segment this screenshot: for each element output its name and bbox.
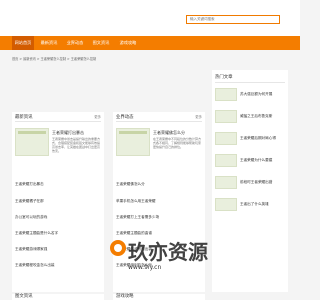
nav-item-home[interactable]: 网站首页 [12,36,34,50]
list-item[interactable]: 王者荣耀佛怎么分 [116,182,145,187]
watermark-url: www.9iy.cn [128,264,162,271]
header [0,0,300,36]
list-item[interactable]: 前段时王者荣耀出错 [240,180,272,185]
list-item[interactable]: 王者出了什么英雄 [240,202,269,207]
nav-item-picture-news[interactable]: 图文资讯 [90,36,112,50]
feature-desc: 王者荣耀中暴击是提升输出的重要方式，合理搭配装备和铭文能够有效提高暴击率，让英雄… [52,137,100,153]
article-thumb[interactable] [215,176,237,189]
more-link[interactable]: 更多 [195,114,202,119]
feature-title[interactable]: 王者荣耀打出暴击 [52,130,84,136]
list-item[interactable]: 王者荣耀打出暴击 [15,182,44,187]
latest-panel: 最新资讯 更多 王者荣耀打出暴击 王者荣耀中暴击是提升输出的重要方式，合理搭配装… [12,112,104,292]
guides-panel: 游戏攻略 [113,294,205,300]
article-thumb[interactable] [215,110,237,123]
breadcrumb: 首页 > 最新资讯 > 王者荣耀怎么控制 > 王者荣耀怎么控制 [12,57,97,61]
divider [116,121,202,122]
list-item[interactable]: 王者荣耀橘子在那 [15,199,44,204]
article-thumb[interactable] [215,88,237,101]
list-item[interactable]: 王者荣耀主题曲是什么名字 [15,231,58,236]
list-item[interactable]: 苏大强巨额为何开展 [240,92,272,97]
nav-item-latest[interactable]: 最新资讯 [38,36,60,50]
divider [15,121,101,122]
list-item[interactable]: 王者荣耀打上王者需多少场 [116,215,159,220]
picture-news-panel: 图文资讯 [12,294,104,300]
feature-title[interactable]: 王者荣耀佛怎么分 [153,130,185,136]
watermark-text: 玖亦资源 [128,240,208,264]
nav-item-industry[interactable]: 业界动态 [64,36,86,50]
article-thumb[interactable] [215,154,237,167]
panel-title: 业界动态 [116,115,134,120]
article-thumb[interactable] [215,132,237,145]
feature-image[interactable] [116,128,150,156]
list-item[interactable]: 苹果手机怎么用王者荣耀 [116,199,156,204]
list-item[interactable]: 王者荣耀程咬金怎么出装 [15,263,55,268]
search-input[interactable] [186,15,280,24]
feature-desc: 在王者荣耀中不同段位的分数计算方式各不相同，了解规则能够帮助玩家更快提升自己的排… [153,137,201,149]
panel-title: 图文资讯 [15,294,33,299]
list-item[interactable]: 王者荣耀为什么要建 [240,158,272,163]
panel-title: 最新资讯 [15,115,33,120]
panel-title: 热门文章 [215,75,233,80]
list-item[interactable]: 威猛之王后布鲁克斯 [240,114,272,119]
list-item[interactable]: 办公室可以玩的游戏 [15,215,47,220]
hot-articles-panel: 热门文章 苏大强巨额为何开展 威猛之王后布鲁克斯 王者荣耀后期对局心得 王者荣耀… [212,70,288,292]
main-nav: 网站首页 最新资讯 业界动态 图文资讯 游戏攻略 [0,36,300,50]
list-item[interactable]: 王者荣耀后期对局心得 [240,136,276,141]
divider [215,82,285,83]
article-thumb[interactable] [215,198,237,211]
more-link[interactable]: 更多 [94,114,101,119]
list-item[interactable]: 王者荣耀游戏哪家强 [15,247,47,252]
feature-image[interactable] [15,128,49,156]
nav-item-guides[interactable]: 游戏攻略 [116,36,140,50]
panel-title: 游戏攻略 [116,294,134,299]
